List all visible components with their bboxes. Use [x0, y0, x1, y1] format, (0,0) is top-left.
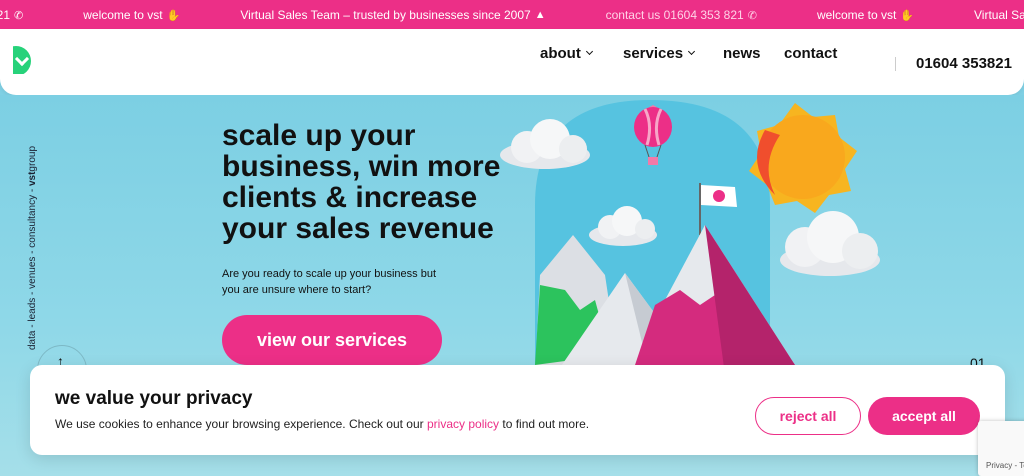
- nav-label: services: [623, 44, 684, 62]
- logo-icon[interactable]: [13, 46, 31, 74]
- nav-label: news: [723, 44, 761, 62]
- ticker-item: Virtual Sales Team – trusted by business…: [240, 8, 545, 22]
- ticker-text: welcome to vst: [83, 8, 163, 22]
- nav-item-services[interactable]: services: [623, 44, 696, 62]
- ticker-item: 821 ✆: [0, 8, 23, 22]
- wave-icon: ✋: [900, 9, 914, 22]
- chevron-down-icon: [688, 47, 696, 55]
- side-tagline: data - leads - venues - consultancy - vs…: [24, 135, 42, 350]
- nav-item-news[interactable]: news: [723, 45, 761, 62]
- ticker-text: Virtual Sales Team – trusted by business…: [240, 8, 531, 22]
- mountain-illustration: [500, 100, 880, 375]
- ticker-item: welcome to vst ✋: [83, 8, 180, 22]
- wave-icon: ✋: [166, 9, 181, 22]
- header-divider: [895, 57, 896, 71]
- cookie-text-after: to find out more.: [499, 417, 590, 431]
- header-phone-link[interactable]: 01604 353821: [916, 55, 1012, 72]
- cookie-message: We use cookies to enhance your browsing …: [55, 417, 589, 431]
- chart-icon: ▲: [534, 9, 546, 21]
- ticker-item: contact us 01604 353 821 ✆: [606, 8, 757, 22]
- accept-all-button[interactable]: accept all: [868, 397, 980, 435]
- ticker-text: Virtual Sales Team – trus: [974, 8, 1024, 22]
- ticker-item: Virtual Sales Team – trus: [974, 8, 1024, 22]
- cookie-text-before: We use cookies to enhance your browsing …: [55, 417, 427, 431]
- phone-icon: ✆: [14, 9, 24, 22]
- announcement-ticker: 821 ✆ welcome to vst ✋ Virtual Sales Tea…: [0, 0, 1024, 29]
- site-header: about services news contact 01604 353821: [0, 29, 1024, 95]
- ticker-text: contact us 01604 353 821: [605, 8, 744, 22]
- nav-label: about: [540, 44, 581, 62]
- side-tagline-suffix: group: [27, 145, 38, 172]
- side-tagline-brand: vst: [27, 171, 38, 187]
- ticker-item: welcome to vst ✋: [817, 8, 914, 22]
- side-tagline-text: data - leads - venues - consultancy - vs…: [27, 146, 38, 350]
- view-services-button[interactable]: view our services: [222, 315, 442, 365]
- nav-item-contact[interactable]: contact: [784, 45, 837, 62]
- reject-all-button[interactable]: reject all: [755, 397, 861, 435]
- nav-label: contact: [784, 44, 838, 62]
- chevron-down-icon: [585, 47, 593, 55]
- ticker-text: welcome to vst: [816, 8, 897, 22]
- privacy-policy-link[interactable]: privacy policy: [427, 417, 499, 431]
- cookie-banner: we value your privacy We use cookies to …: [30, 365, 1005, 455]
- recaptcha-text: Privacy - Te: [986, 461, 1024, 470]
- hero-subtext: Are you ready to scale up your business …: [222, 268, 437, 296]
- cloud-icon: [780, 211, 880, 276]
- recaptcha-badge[interactable]: Privacy - Te: [978, 421, 1024, 476]
- cookie-title: we value your privacy: [55, 388, 253, 409]
- nav-item-about[interactable]: about: [540, 44, 593, 62]
- ticker-text: 821: [0, 8, 11, 22]
- hero-headline: scale up your business, win more clients…: [222, 119, 501, 245]
- phone-icon: ✆: [747, 9, 757, 22]
- side-tagline-prefix: data - leads - venues - consultancy -: [27, 186, 38, 350]
- ticker-track: 821 ✆ welcome to vst ✋ Virtual Sales Tea…: [0, 8, 1024, 22]
